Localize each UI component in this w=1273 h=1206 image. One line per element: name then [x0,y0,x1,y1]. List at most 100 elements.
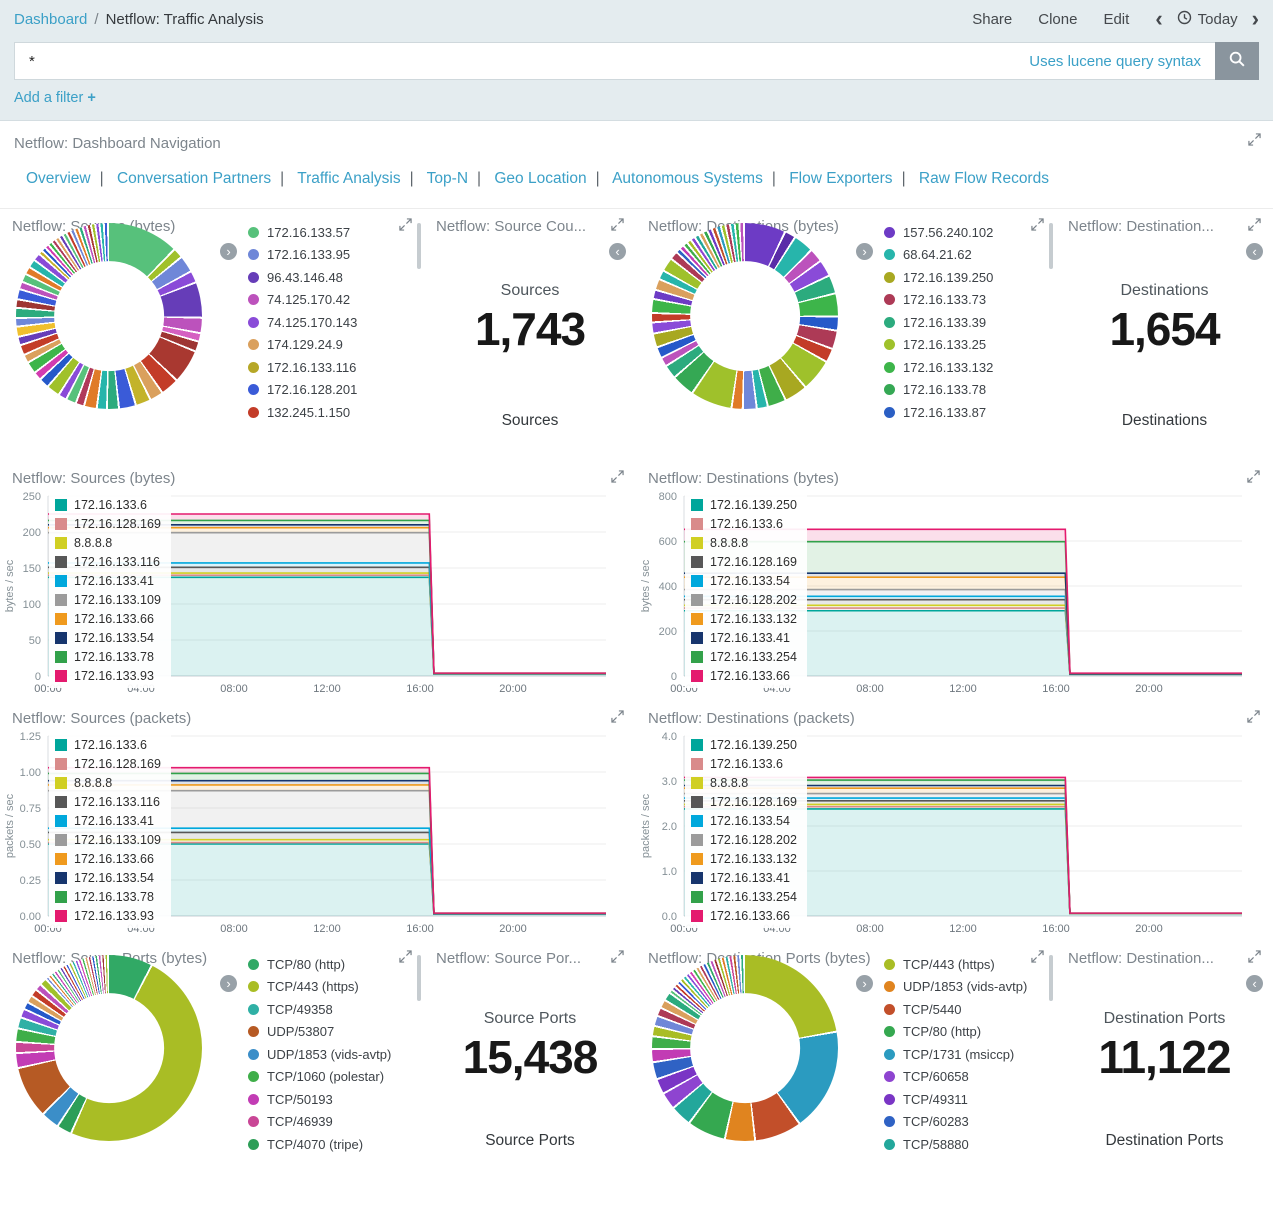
legend-item[interactable]: 172.16.133.41 [55,571,161,590]
legend-item[interactable]: 172.16.133.6 [55,735,161,754]
legend-item[interactable]: 172.16.128.201 [248,379,412,402]
legend-item[interactable]: 172.16.133.73 [884,289,1044,312]
legend-item[interactable]: 172.16.133.132 [691,849,797,868]
legend-item[interactable]: TCP/46939 [248,1111,412,1134]
legend-item[interactable]: 74.125.170.143 [248,311,412,334]
legend-item[interactable]: TCP/49358 [248,998,412,1021]
legend-item[interactable]: TCP/60283 [884,1111,1044,1134]
legend-item[interactable]: 172.16.133.254 [691,887,797,906]
panel-collapse-icon[interactable]: ‹ [1246,975,1263,992]
panel-collapse-icon[interactable]: ‹ [609,243,626,260]
expand-icon[interactable] [611,710,624,728]
legend-item[interactable]: 172.16.133.54 [691,811,797,830]
legend-item[interactable]: 172.16.133.6 [691,514,797,533]
legend-item[interactable]: 8.8.8.8 [55,533,161,552]
legend-collapse-icon[interactable]: › [856,243,873,260]
legend-item[interactable]: 172.16.133.41 [55,811,161,830]
panel-collapse-icon[interactable]: ‹ [1246,243,1263,260]
legend-item[interactable]: 68.64.21.62 [884,244,1044,267]
legend-item[interactable]: 172.16.133.132 [884,356,1044,379]
legend-item[interactable]: TCP/58880 [884,1133,1044,1156]
nav-link-flow-exporters[interactable]: Flow Exporters [789,170,892,187]
legend-item[interactable]: 174.129.24.9 [248,334,412,357]
legend-item[interactable]: TCP/80 (http) [248,953,412,976]
expand-icon[interactable] [1248,950,1261,968]
legend-item[interactable]: 172.16.128.169 [55,514,161,533]
nav-link-overview[interactable]: Overview [26,170,91,187]
expand-icon[interactable] [1247,470,1260,488]
add-filter-button[interactable]: Add a filter + [14,90,96,106]
legend-item[interactable]: 172.16.133.6 [55,495,161,514]
legend-item[interactable]: 172.16.133.116 [55,552,161,571]
edit-button[interactable]: Edit [1103,11,1129,28]
legend-item[interactable]: 172.16.133.116 [248,356,412,379]
legend-scrollbar[interactable] [417,955,421,1001]
nav-link-raw-flow-records[interactable]: Raw Flow Records [919,170,1049,187]
legend-item[interactable]: 172.16.133.39 [884,311,1044,334]
legend-item[interactable]: UDP/1853 (vids-avtp) [884,976,1044,999]
legend-item[interactable]: 172.16.133.66 [691,906,797,925]
legend-item[interactable]: 172.16.139.250 [691,735,797,754]
legend-item[interactable]: TCP/5440 [884,998,1044,1021]
lucene-syntax-link[interactable]: Uses lucene query syntax [1029,53,1201,70]
legend-item[interactable]: 172.16.133.41 [691,628,797,647]
legend-scrollbar[interactable] [1049,955,1053,1001]
legend-item[interactable]: 8.8.8.8 [691,533,797,552]
clone-button[interactable]: Clone [1038,11,1077,28]
legend-item[interactable]: 8.8.8.8 [55,773,161,792]
legend-item[interactable]: 157.56.240.102 [884,221,1044,244]
legend-item[interactable]: UDP/53807 [248,1021,412,1044]
legend-item[interactable]: 172.16.133.66 [691,666,797,685]
legend-item[interactable]: 172.16.133.254 [691,647,797,666]
legend-item[interactable]: 96.43.146.48 [248,266,412,289]
source-ports-donut-chart[interactable] [16,955,202,1141]
nav-link-autonomous-systems[interactable]: Autonomous Systems [612,170,763,187]
legend-item[interactable]: 172.16.128.169 [691,792,797,811]
sources-bytes-donut-chart[interactable] [16,223,202,409]
expand-icon[interactable] [1247,710,1260,728]
expand-icon[interactable] [1248,218,1261,236]
legend-item[interactable]: 172.16.133.95 [248,244,412,267]
legend-item[interactable]: TCP/4070 (tripe) [248,1133,412,1156]
legend-item[interactable]: 172.16.128.169 [691,552,797,571]
expand-icon[interactable] [611,470,624,488]
legend-item[interactable]: TCP/443 (https) [248,976,412,999]
nav-link-conversation-partners[interactable]: Conversation Partners [117,170,271,187]
legend-item[interactable]: 172.16.133.54 [55,868,161,887]
legend-item[interactable]: 172.16.133.109 [55,830,161,849]
legend-item[interactable]: 172.16.139.250 [884,266,1044,289]
legend-item[interactable]: 172.16.133.132 [691,609,797,628]
legend-item[interactable]: 172.16.133.57 [248,221,412,244]
legend-item[interactable]: 8.8.8.8 [691,773,797,792]
legend-item[interactable]: 172.16.133.93 [55,906,161,925]
nav-link-geo-location[interactable]: Geo Location [494,170,586,187]
legend-item[interactable]: 172.16.133.116 [55,792,161,811]
legend-item[interactable]: 172.16.133.54 [55,628,161,647]
legend-item[interactable]: 172.16.133.54 [691,571,797,590]
legend-item[interactable]: 132.245.1.150 [248,401,412,424]
legend-item[interactable]: 172.16.133.87 [884,401,1044,424]
expand-icon[interactable] [1248,133,1261,151]
search-button[interactable] [1215,42,1259,80]
legend-scrollbar[interactable] [417,223,421,269]
legend-collapse-icon[interactable]: › [220,975,237,992]
legend-item[interactable]: 74.125.170.42 [248,289,412,312]
legend-item[interactable]: TCP/1731 (msiccp) [884,1043,1044,1066]
legend-collapse-icon[interactable]: › [220,243,237,260]
legend-item[interactable]: TCP/1060 (polestar) [248,1066,412,1089]
legend-item[interactable]: UDP/1853 (vids-avtp) [248,1043,412,1066]
legend-scrollbar[interactable] [1049,223,1053,269]
nav-link-top-n[interactable]: Top-N [427,170,468,187]
legend-item[interactable]: 172.16.133.66 [55,609,161,628]
expand-icon[interactable] [611,950,624,968]
legend-item[interactable]: 172.16.133.78 [884,379,1044,402]
legend-item[interactable]: TCP/80 (http) [884,1021,1044,1044]
legend-item[interactable]: 172.16.133.78 [55,887,161,906]
nav-link-traffic-analysis[interactable]: Traffic Analysis [297,170,400,187]
legend-item[interactable]: 172.16.133.109 [55,590,161,609]
legend-item[interactable]: 172.16.133.66 [55,849,161,868]
legend-item[interactable]: 172.16.128.169 [55,754,161,773]
legend-item[interactable]: TCP/49311 [884,1088,1044,1111]
destinations-bytes-donut-chart[interactable] [652,223,838,409]
legend-item[interactable]: 172.16.139.250 [691,495,797,514]
